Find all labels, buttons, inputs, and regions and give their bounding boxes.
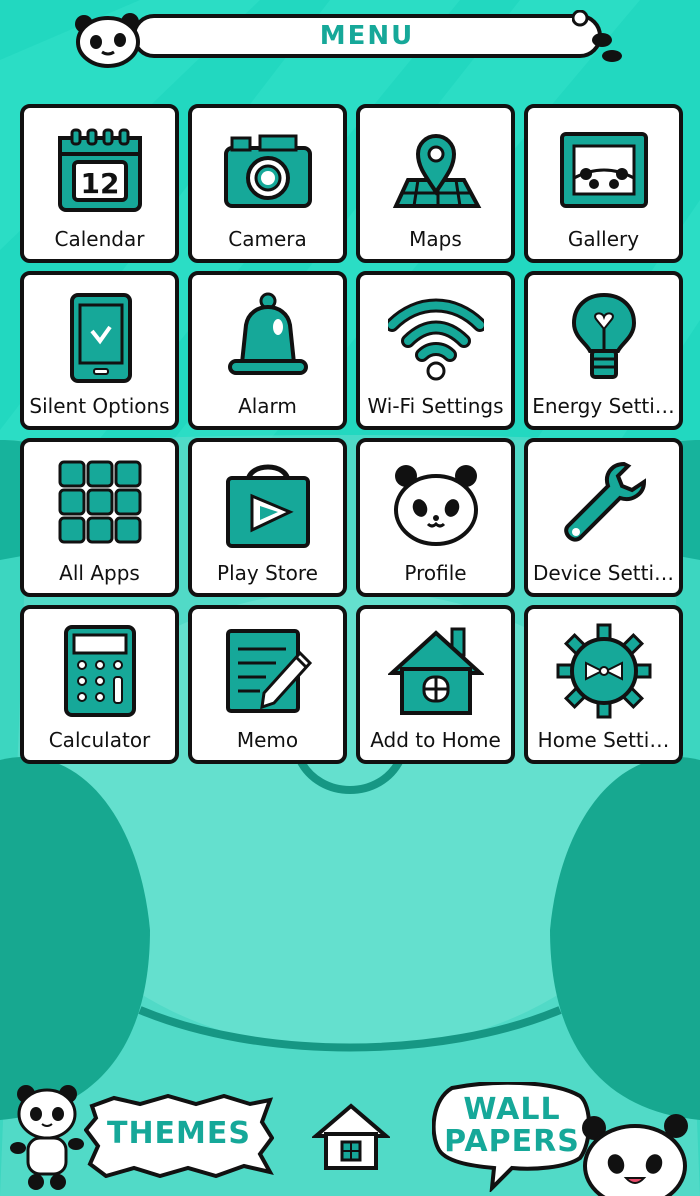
themes-label: THEMES [106,1116,252,1151]
gear-bowtie-icon [556,623,651,719]
bottom-bar: THEMES WALL PAPERS [0,1080,700,1196]
panda-head-icon [75,13,140,68]
lightbulb-icon [571,292,636,379]
tile-alarm[interactable]: Alarm [188,271,347,430]
calculator-icon [63,625,136,717]
panda-peeking-icon [582,1114,688,1196]
tile-label: Memo [236,728,299,752]
tile-label: Camera [228,227,307,251]
panda-feet-icon [572,10,622,62]
wifi-icon [387,298,484,381]
grid-icon [58,460,141,544]
app-grid: 12 Calendar Camera Maps Gallery Silent O… [20,104,683,764]
tile-add-to-home[interactable]: Add to Home [356,605,515,764]
tile-label: Wi-Fi Settings [367,394,504,418]
menu-header: MENU [72,8,628,70]
tile-label: Device Setti… [533,561,674,585]
phone-silent-icon [69,293,132,383]
tile-play-store[interactable]: Play Store [188,438,347,597]
shopping-bag-play-icon [225,464,310,548]
home-icon [310,1103,392,1170]
camera-icon [223,134,312,208]
tile-label: Play Store [217,561,318,585]
tile-home-settings[interactable]: Home Setti… [524,605,683,764]
wallpapers-button[interactable]: WALL PAPERS [432,1082,592,1192]
menu-title-banner: MENU [132,14,602,58]
tile-maps[interactable]: Maps [356,104,515,263]
tile-label: Add to Home [370,728,501,752]
tile-gallery[interactable]: Gallery [524,104,683,263]
tile-energy-settings[interactable]: Energy Setti… [524,271,683,430]
bell-icon [227,292,308,375]
tile-label: Calculator [48,728,151,752]
gallery-icon [559,132,648,208]
tile-device-settings[interactable]: Device Setti… [524,438,683,597]
wallpapers-label-line1: WALL [463,1092,561,1127]
tile-label: All Apps [59,561,140,585]
calendar-date-text: 12 [80,167,119,200]
tile-label: Energy Setti… [532,394,675,418]
tile-label: Silent Options [29,394,170,418]
home-button[interactable] [310,1100,392,1172]
menu-title: MENU [319,21,415,51]
tile-silent-options[interactable]: Silent Options [20,271,179,430]
tile-label: Calendar [54,227,145,251]
tile-calculator[interactable]: Calculator [20,605,179,764]
tile-camera[interactable]: Camera [188,104,347,263]
wallpapers-label-line2: PAPERS [444,1124,580,1159]
tile-all-apps[interactable]: All Apps [20,438,179,597]
tile-label: Home Setti… [537,728,670,752]
tile-label: Alarm [238,394,297,418]
panda-waving-icon [10,1085,84,1190]
map-pin-icon [392,134,481,208]
tile-calendar[interactable]: 12 Calendar [20,104,179,263]
tile-label: Maps [409,227,462,251]
themes-button[interactable]: THEMES [84,1094,274,1178]
memo-pencil-icon [225,629,312,713]
tile-profile[interactable]: Profile [356,438,515,597]
tile-memo[interactable]: Memo [188,605,347,764]
calendar-icon: 12 [57,128,142,212]
tile-label: Gallery [567,227,640,251]
house-icon [387,627,484,715]
panda-face-icon [393,465,478,546]
tile-wifi-settings[interactable]: Wi-Fi Settings [356,271,515,430]
wrench-icon [563,461,646,542]
tile-label: Profile [404,561,467,585]
